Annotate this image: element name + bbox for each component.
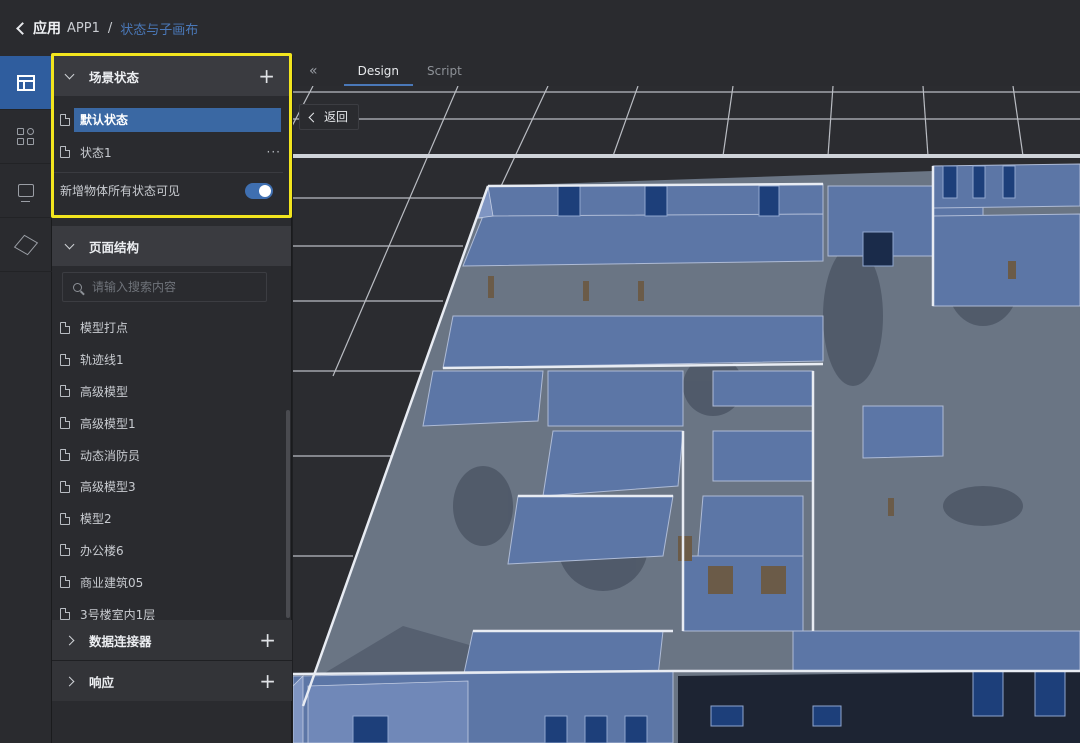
chevron-right-icon[interactable] [64, 635, 75, 645]
tree-item-label: 模型打点 [80, 321, 129, 336]
tab-script[interactable]: Script [413, 56, 476, 86]
add-state-button[interactable]: + [258, 66, 275, 86]
page-structure-title: 页面结构 [89, 239, 140, 255]
tree-item[interactable]: 动态消防员 [52, 439, 291, 471]
tree-item-label: 动态消防员 [80, 448, 141, 463]
state-item-1[interactable]: 状态1 ··· [52, 136, 291, 168]
document-icon [60, 417, 70, 430]
tree-item[interactable]: 轨迹线1 [52, 344, 291, 376]
search-icon [73, 282, 82, 292]
tree-item[interactable]: 高级模型 [52, 376, 291, 408]
tree-item[interactable]: 高级模型3 [52, 471, 291, 503]
chevron-down-icon[interactable] [64, 69, 75, 79]
state-item-default[interactable]: 默认状态 [52, 104, 291, 136]
document-icon [60, 576, 70, 589]
breadcrumb-page: 状态与子画布 [120, 22, 199, 38]
page-structure-header[interactable]: 页面结构 [52, 226, 291, 266]
tree-item[interactable]: 高级模型1 [52, 407, 291, 439]
tree-item-label: 高级模型3 [80, 480, 136, 495]
rail-layout-button[interactable] [0, 56, 52, 110]
more-options-icon[interactable]: ··· [267, 145, 281, 159]
rail-monitor-button[interactable] [0, 164, 52, 218]
tree-item[interactable]: 商业建筑05 [52, 566, 291, 598]
components-icon [17, 127, 35, 146]
tree-item-label: 商业建筑05 [80, 575, 144, 590]
document-icon [60, 449, 70, 462]
tree-item-label: 轨迹线1 [80, 353, 124, 368]
breadcrumb-separator: / [107, 20, 113, 36]
visibility-toggle[interactable] [245, 182, 273, 199]
response-header[interactable]: 响应 + [52, 661, 292, 701]
data-connector-header[interactable]: 数据连接器 + [52, 620, 292, 660]
cube-icon [13, 234, 39, 255]
layout-icon [17, 74, 35, 91]
monitor-icon [18, 184, 34, 202]
add-connector-button[interactable]: + [259, 630, 276, 650]
visibility-toggle-row: 新增物体所有状态可见 [52, 172, 283, 208]
data-connector-title: 数据连接器 [89, 633, 152, 649]
tree-item[interactable]: 模型2 [52, 503, 291, 535]
state-label: 默认状态 [74, 108, 281, 132]
side-panel: 场景状态 + 默认状态 状态1 ··· 新增物体所有状态可见 页面结构 模型打点… [52, 56, 292, 743]
document-icon [60, 608, 70, 621]
icon-rail [0, 56, 52, 743]
rail-components-button[interactable] [0, 110, 52, 164]
document-icon [60, 385, 70, 398]
design-canvas[interactable]: « Design Script 返回 [293, 56, 1080, 743]
breadcrumb-app[interactable]: 应用 [33, 18, 61, 38]
document-icon [60, 321, 70, 334]
collapse-panel-icon[interactable]: « [309, 63, 318, 79]
tree-item-label: 高级模型1 [80, 416, 136, 431]
breadcrumb-app-name[interactable]: APP1 [67, 21, 100, 36]
top-bar: 应用 APP1 / 状态与子画布 [0, 0, 1080, 56]
state-label: 状态1 [80, 145, 112, 160]
back-button[interactable]: 返回 [299, 104, 360, 130]
rail-model-button[interactable] [0, 218, 52, 272]
scene-states-header[interactable]: 场景状态 + [52, 56, 291, 96]
chevron-right-icon[interactable] [64, 676, 75, 686]
add-response-button[interactable]: + [259, 671, 276, 691]
scene-states-title: 场景状态 [89, 69, 140, 85]
document-icon [60, 114, 70, 126]
document-icon [60, 146, 70, 158]
toggle-label: 新增物体所有状态可见 [60, 184, 181, 198]
document-icon [60, 512, 70, 525]
tree-item[interactable]: 办公楼6 [52, 535, 291, 567]
search-input[interactable] [92, 280, 242, 294]
tree-item-label: 模型2 [80, 512, 112, 527]
document-icon [60, 353, 70, 366]
panel-scrollbar[interactable] [286, 410, 290, 618]
chevron-down-icon[interactable] [64, 239, 75, 249]
tree-item-label: 办公楼6 [80, 543, 124, 558]
back-chevron-icon[interactable] [16, 21, 29, 35]
tab-design[interactable]: Design [343, 56, 414, 86]
search-box[interactable] [62, 272, 267, 302]
tree-item[interactable]: 模型打点 [52, 312, 291, 344]
document-icon [60, 544, 70, 557]
response-title: 响应 [89, 674, 115, 690]
3d-building-scene[interactable] [293, 86, 1080, 743]
page-structure-tree: 模型打点轨迹线1 高级模型高级模型1 动态消防员高级模型3 模型2 办公楼6 商业建筑05… [52, 312, 291, 630]
editor-tab-bar: « Design Script [293, 56, 1080, 86]
tree-item-label: 高级模型 [80, 384, 129, 399]
document-icon [60, 480, 70, 493]
